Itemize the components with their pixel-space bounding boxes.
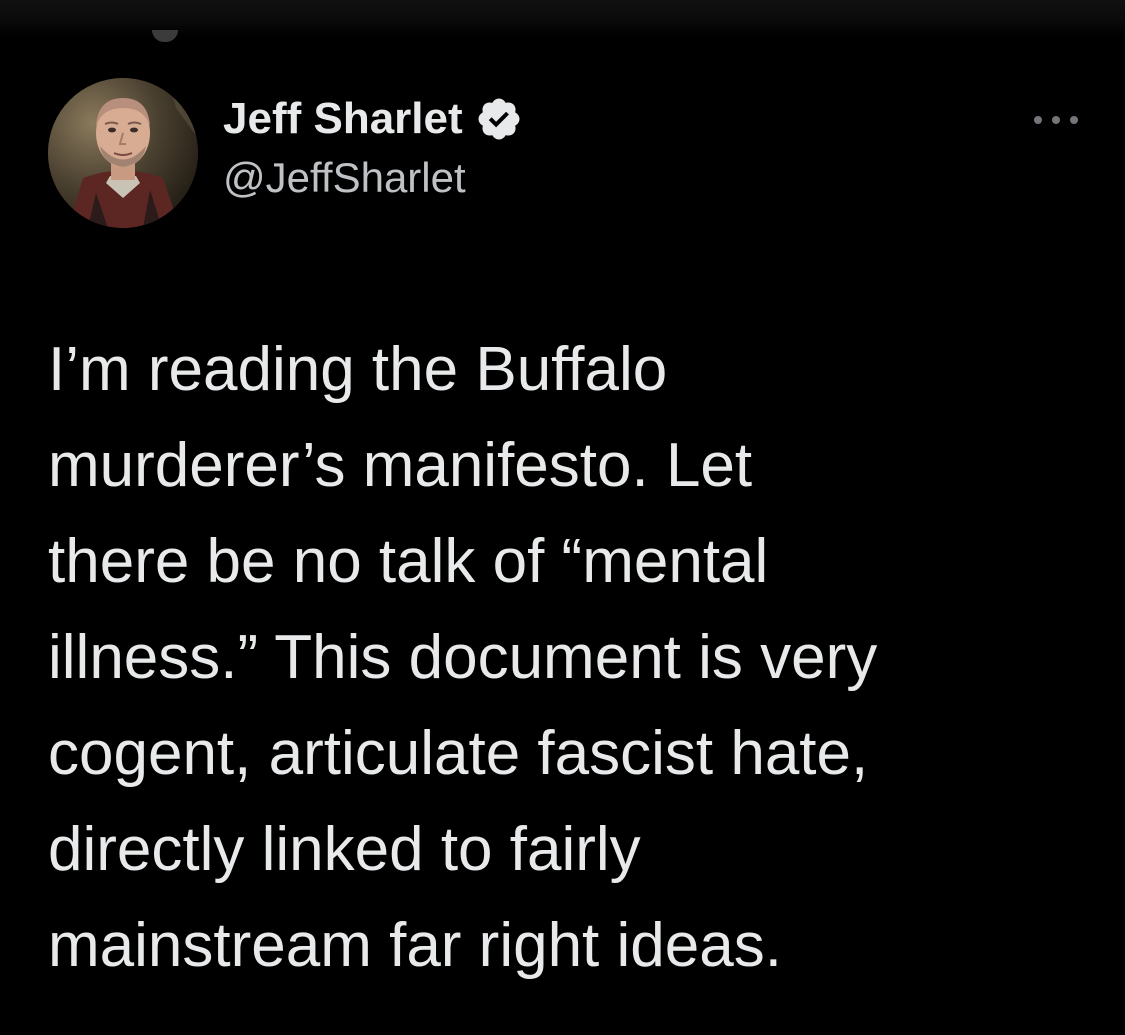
tweet-text: I’m reading the Buffalo murderer’s manif… bbox=[48, 335, 878, 980]
previous-tweet-edge bbox=[0, 0, 1125, 42]
display-name[interactable]: Jeff Sharlet bbox=[223, 94, 463, 144]
more-dot bbox=[1052, 116, 1060, 124]
scroll-indicator bbox=[152, 30, 178, 42]
avatar-image bbox=[48, 78, 198, 228]
more-options-icon[interactable] bbox=[1034, 106, 1078, 134]
handle[interactable]: @JeffSharlet bbox=[223, 154, 523, 202]
tweet-header: Jeff Sharlet @JeffSharlet bbox=[48, 78, 1078, 228]
more-dot bbox=[1034, 116, 1042, 124]
avatar[interactable] bbox=[48, 78, 198, 228]
more-dot bbox=[1070, 116, 1078, 124]
user-block: Jeff Sharlet @JeffSharlet bbox=[223, 90, 523, 202]
verified-badge-icon bbox=[475, 95, 523, 143]
display-name-row: Jeff Sharlet bbox=[223, 90, 523, 148]
